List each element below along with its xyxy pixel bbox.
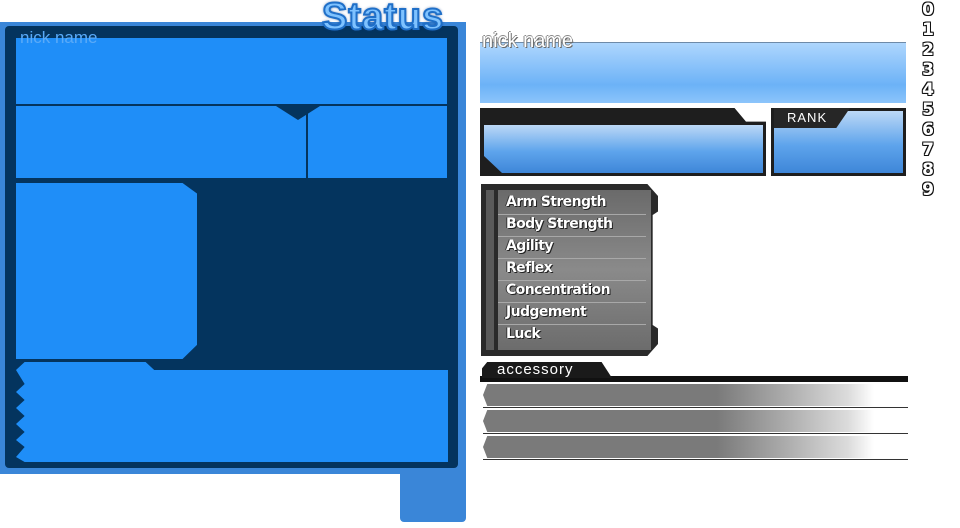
digit-0: 0	[922, 0, 934, 20]
digit-2: 2	[922, 40, 934, 60]
digit-3: 3	[922, 60, 934, 80]
stat-label: Agility	[506, 238, 553, 254]
character-portrait-box	[16, 183, 197, 359]
digit-5: 5	[922, 100, 934, 120]
stat-row-arm-strength: Arm Strength	[498, 193, 646, 215]
stat-row-judgement: Judgement	[498, 303, 646, 325]
accessory-label: accessory	[497, 361, 574, 378]
stat-label: Luck	[506, 326, 541, 342]
stat-label: Body Strength	[506, 216, 613, 232]
stat-label: Judgement	[506, 304, 587, 320]
accessory-slot-2[interactable]	[483, 410, 908, 432]
digit-1: 1	[922, 20, 934, 40]
rank-label: RANK	[787, 110, 828, 125]
left-divider-notch	[276, 106, 320, 120]
accessory-divider	[483, 433, 908, 434]
accessory-slot-3[interactable]	[483, 436, 908, 458]
stat-label: Arm Strength	[506, 194, 606, 210]
stat-row-body-strength: Body Strength	[498, 215, 646, 237]
level-corner-decoration	[484, 156, 502, 173]
stats-rail	[486, 190, 494, 350]
left-panel-tab	[400, 470, 466, 522]
accessory-divider	[483, 459, 908, 460]
accessory-divider	[483, 407, 908, 408]
stat-row-reflex: Reflex	[498, 259, 646, 281]
left-info-box-2	[308, 106, 447, 178]
digit-6: 6	[922, 120, 934, 140]
stat-label: Concentration	[506, 282, 611, 298]
digit-7: 7	[922, 140, 934, 160]
status-title: Status	[321, 0, 445, 39]
level-field	[484, 125, 763, 173]
left-nickname-label: nick name	[20, 28, 98, 47]
stat-row-concentration: Concentration	[498, 281, 646, 303]
left-info-box-1	[16, 106, 306, 178]
digit-8: 8	[922, 160, 934, 180]
digit-4: 4	[922, 80, 934, 100]
stat-row-luck: Luck	[498, 325, 646, 346]
stat-label: Reflex	[506, 260, 553, 276]
stat-row-agility: Agility	[498, 237, 646, 259]
digit-9: 9	[922, 180, 934, 200]
nickname-label: nick name	[482, 30, 574, 52]
accessory-slot-1[interactable]	[483, 384, 908, 406]
left-details-box	[16, 362, 448, 462]
